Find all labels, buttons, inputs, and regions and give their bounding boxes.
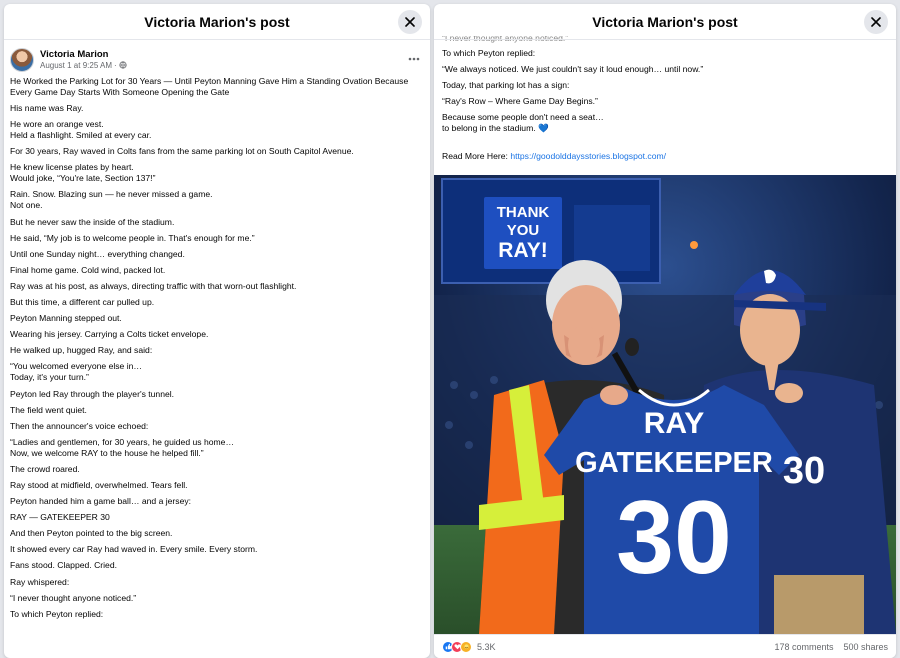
- jersey-number: 30: [616, 480, 732, 596]
- modal-header: Victoria Marion's post: [4, 4, 430, 40]
- close-button[interactable]: [398, 10, 422, 34]
- modal-title: Victoria Marion's post: [144, 13, 290, 30]
- engagement-counts: 178 comments 500 shares: [774, 642, 888, 652]
- post-paragraph: “I never thought anyone noticed.”: [10, 592, 137, 603]
- post-paragraph: Because some people don't need a seat… t…: [442, 112, 604, 134]
- post-paragraph: Until one Sunday night… everything chang…: [10, 248, 185, 259]
- post-paragraph: He wore an orange vest. Held a flashligh…: [10, 119, 152, 141]
- close-button[interactable]: [864, 10, 888, 34]
- post-paragraph: Fans stood. Clapped. Cried.: [10, 560, 118, 571]
- meta-separator: ·: [114, 60, 117, 70]
- screen-text-line-1: THANK: [497, 204, 550, 221]
- care-icon: [460, 640, 472, 653]
- jersey-sleeve-number: 30: [783, 450, 825, 492]
- post-paragraph: RAY — GATEKEEPER 30: [10, 512, 110, 523]
- modal-header: Victoria Marion's post: [434, 4, 896, 40]
- post-paragraph: Final home game. Cold wind, packed lot.: [10, 264, 166, 275]
- post-paragraph: Today, that parking lot has a sign:: [442, 80, 570, 91]
- post-paragraph: It showed every car Ray had waved in. Ev…: [10, 544, 258, 555]
- post-paragraph: Ray whispered:: [10, 576, 70, 587]
- post-paragraph: And then Peyton pointed to the big scree…: [10, 528, 173, 539]
- post-paragraph: Ray was at his post, as always, directin…: [10, 280, 297, 291]
- more-icon: [408, 57, 420, 61]
- read-more-label: Read More Here:: [442, 150, 511, 161]
- post-photo[interactable]: THANK YOU RAY! RAY GATEKEEPER 30 30: [434, 175, 896, 634]
- photo-illustration: THANK YOU RAY! RAY GATEKEEPER 30 30: [434, 175, 896, 634]
- post-paragraph: But this time, a different car pulled up…: [10, 297, 155, 308]
- close-icon: [405, 17, 415, 27]
- post-paragraph: His name was Ray.: [10, 103, 84, 114]
- post-paragraph: Wearing his jersey. Carrying a Colts tic…: [10, 329, 209, 340]
- modal-title: Victoria Marion's post: [592, 13, 738, 30]
- post-paragraph: He knew license plates by heart. Would j…: [10, 162, 156, 184]
- post-header: Victoria Marion August 1 at 9:25 AM ·: [4, 40, 430, 76]
- post-paragraph: The crowd roared.: [10, 463, 80, 474]
- post-paragraph: “Ray's Row – Where Game Day Begins.”: [442, 96, 598, 107]
- globe-icon: [119, 61, 127, 70]
- screen-text-line-2: YOU: [507, 222, 540, 239]
- post-modal-right: Victoria Marion's post “I never thought …: [434, 4, 896, 658]
- post-paragraph: Ray stood at midfield, overwhelmed. Tear…: [10, 479, 188, 490]
- jersey-name-2: GATEKEEPER: [575, 447, 773, 479]
- post-paragraph: He Worked the Parking Lot for 30 Years —…: [10, 76, 409, 97]
- author-name[interactable]: Victoria Marion: [40, 49, 127, 61]
- post-meta: August 1 at 9:25 AM ·: [40, 61, 127, 70]
- avatar[interactable]: [10, 48, 34, 72]
- post-paragraph: Peyton Manning stepped out.: [10, 313, 122, 324]
- shares-count[interactable]: 500 shares: [843, 642, 888, 652]
- reaction-count[interactable]: 5.3K: [477, 642, 496, 652]
- read-more-link[interactable]: https://goodolddaysstories.blogspot.com/: [510, 151, 666, 161]
- post-paragraph: Rain. Snow. Blazing sun — he never misse…: [10, 189, 213, 211]
- post-modal-left: Victoria Marion's post Victoria Marion A…: [4, 4, 430, 658]
- post-paragraph: He walked up, hugged Ray, and said:: [10, 345, 153, 356]
- post-paragraph: He said, “My job is to welcome people in…: [10, 232, 255, 243]
- post-paragraph: “We always noticed. We just couldn't say…: [442, 64, 704, 75]
- post-paragraph: Then the announcer's voice echoed:: [10, 420, 149, 431]
- reactions-summary[interactable]: 5.3K: [442, 640, 496, 653]
- jersey-name-1: RAY: [644, 407, 705, 440]
- post-footer: 5.3K 178 comments 500 shares: [434, 634, 896, 658]
- post-paragraph: To which Peyton replied:: [442, 48, 536, 59]
- post-paragraph: To which Peyton replied:: [10, 608, 104, 619]
- post-paragraph: “Ladies and gentlemen, for 30 years, he …: [10, 436, 235, 458]
- post-paragraph: But he never saw the inside of the stadi…: [10, 216, 175, 227]
- post-paragraph: “You welcomed everyone else in… Today, i…: [10, 361, 143, 383]
- post-paragraph: The field went quiet.: [10, 404, 87, 415]
- screen-text-line-3: RAY!: [498, 239, 547, 262]
- post-paragraph: Peyton handed him a game ball… and a jer…: [10, 496, 192, 507]
- post-body: He Worked the Parking Lot for 30 Years —…: [4, 76, 430, 620]
- close-icon: [871, 17, 881, 27]
- post-timestamp[interactable]: August 1 at 9:25 AM: [40, 61, 112, 70]
- comments-count[interactable]: 178 comments: [774, 642, 833, 652]
- post-paragraph: For 30 years, Ray waved in Colts fans fr…: [10, 146, 354, 157]
- post-paragraph: Peyton led Ray through the player's tunn…: [10, 388, 175, 399]
- author-block: Victoria Marion August 1 at 9:25 AM ·: [40, 49, 127, 70]
- read-more-line: Read More Here: https://goodolddaysstori…: [442, 140, 888, 162]
- more-options-button[interactable]: [408, 50, 420, 64]
- post-body-continued: “I never thought anyone noticed.” To whi…: [434, 36, 896, 162]
